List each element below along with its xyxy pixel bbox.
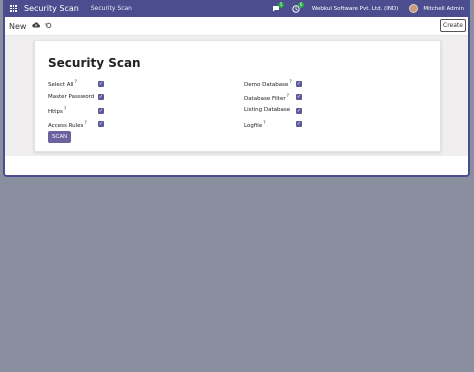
apps-menu-icon[interactable] [10, 5, 17, 12]
main-window: Security Scan Security Scan 5 0 Webkul S… [3, 0, 470, 177]
field-label-select-all: Select All? [48, 80, 77, 88]
company-switcher[interactable]: Webkul Software Pvt. Ltd. (IND) [312, 6, 398, 12]
field-label-https: Https? [48, 107, 67, 115]
form-view: Security Scan Select All? ✓ Master Passw… [5, 36, 468, 156]
scan-button[interactable]: SCAN [48, 131, 71, 143]
navbar-right: 5 0 Webkul Software Pvt. Ltd. (IND) Mitc… [272, 2, 468, 13]
activity-badge: 0 [297, 2, 305, 8]
create-button[interactable]: Create [440, 19, 466, 32]
page-title: Security Scan [48, 56, 141, 70]
help-icon[interactable]: ? [64, 107, 66, 112]
checkbox-demo-database[interactable]: ✓ [296, 81, 302, 87]
chat-badge: 5 [277, 2, 285, 8]
avatar[interactable] [409, 4, 419, 13]
breadcrumb: New [9, 21, 27, 31]
chatter-area [5, 156, 468, 175]
checkbox-database-filter[interactable]: ✓ [296, 94, 302, 100]
help-icon[interactable]: ? [75, 80, 77, 85]
help-icon[interactable]: ? [263, 121, 265, 126]
chat-icon[interactable]: 5 [272, 2, 285, 13]
user-menu[interactable]: Mitchell Admin [423, 6, 464, 12]
checkbox-listing-database[interactable]: ✓ [296, 108, 302, 114]
menu-item-security-scan[interactable]: Security Scan [91, 5, 132, 12]
help-icon[interactable]: ? [84, 121, 86, 126]
field-label-master-password: Master Password [48, 94, 95, 100]
help-icon[interactable]: ? [289, 80, 291, 85]
undo-icon[interactable] [45, 22, 52, 31]
help-icon[interactable]: ? [287, 94, 289, 99]
checkbox-master-password[interactable]: ✓ [98, 94, 104, 100]
field-label-access-rules: Access Rules? [48, 121, 87, 129]
checkbox-access-rules[interactable]: ✓ [98, 121, 104, 127]
checkbox-logfile[interactable]: ✓ [296, 121, 302, 127]
top-navbar: Security Scan Security Scan 5 0 Webkul S… [5, 0, 468, 17]
cloud-upload-icon[interactable] [32, 22, 41, 30]
field-label-listing-database: Listing Database [244, 107, 291, 113]
app-name[interactable]: Security Scan [24, 4, 79, 13]
control-panel: New Create [5, 17, 468, 36]
field-label-demo-database: Demo Database? [244, 80, 292, 88]
checkbox-select-all[interactable]: ✓ [98, 81, 104, 87]
form-sheet: Security Scan Select All? ✓ Master Passw… [34, 40, 441, 152]
checkbox-https[interactable]: ✓ [98, 108, 104, 114]
field-label-database-filter: Database Filter? [244, 94, 290, 102]
activity-clock-icon[interactable]: 0 [292, 2, 305, 13]
field-label-logfile: Logfile? [244, 121, 266, 129]
